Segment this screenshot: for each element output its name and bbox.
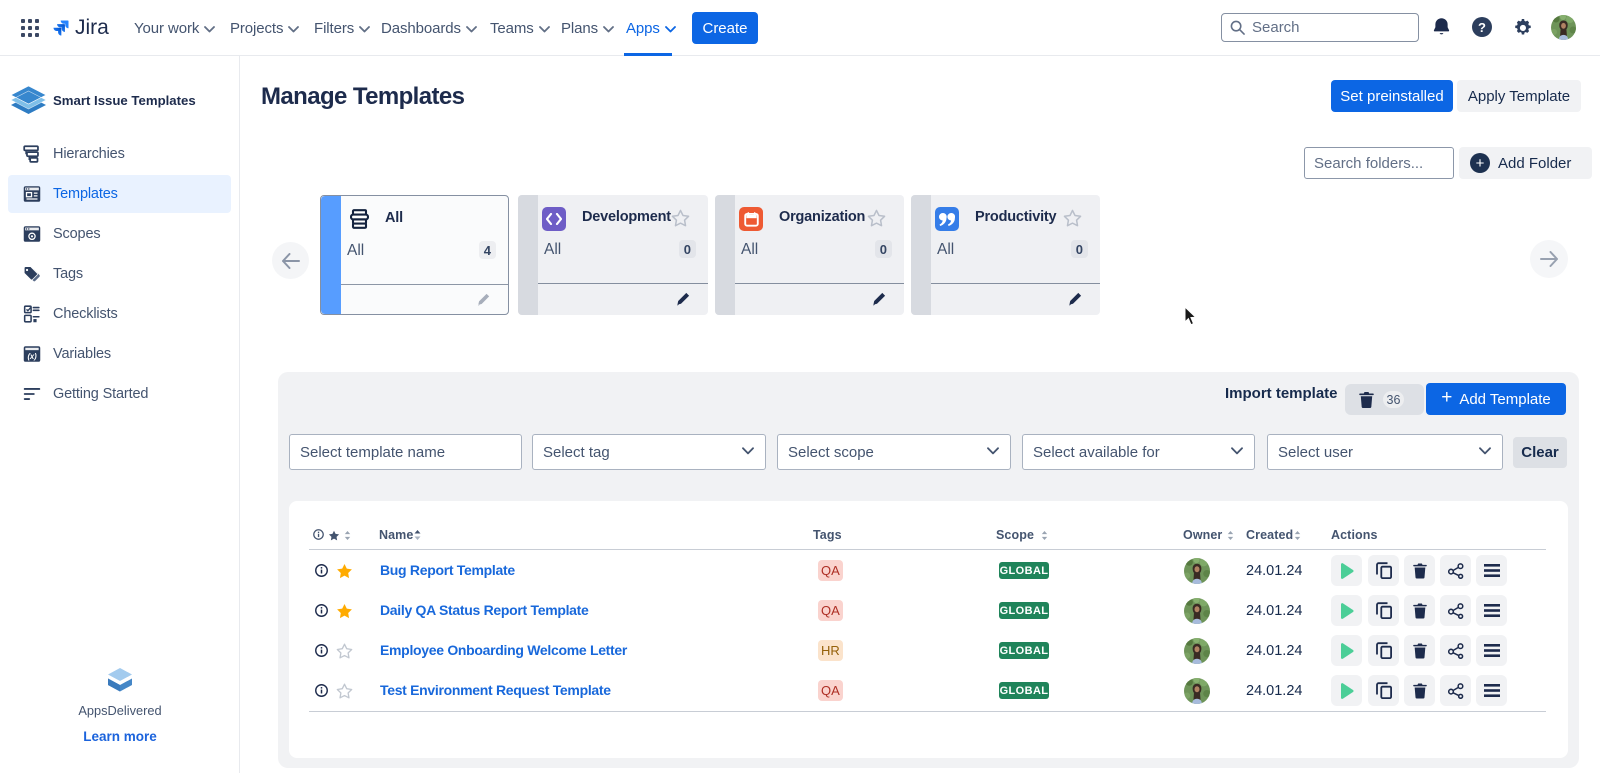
svg-text:(x): (x) [27, 352, 37, 361]
